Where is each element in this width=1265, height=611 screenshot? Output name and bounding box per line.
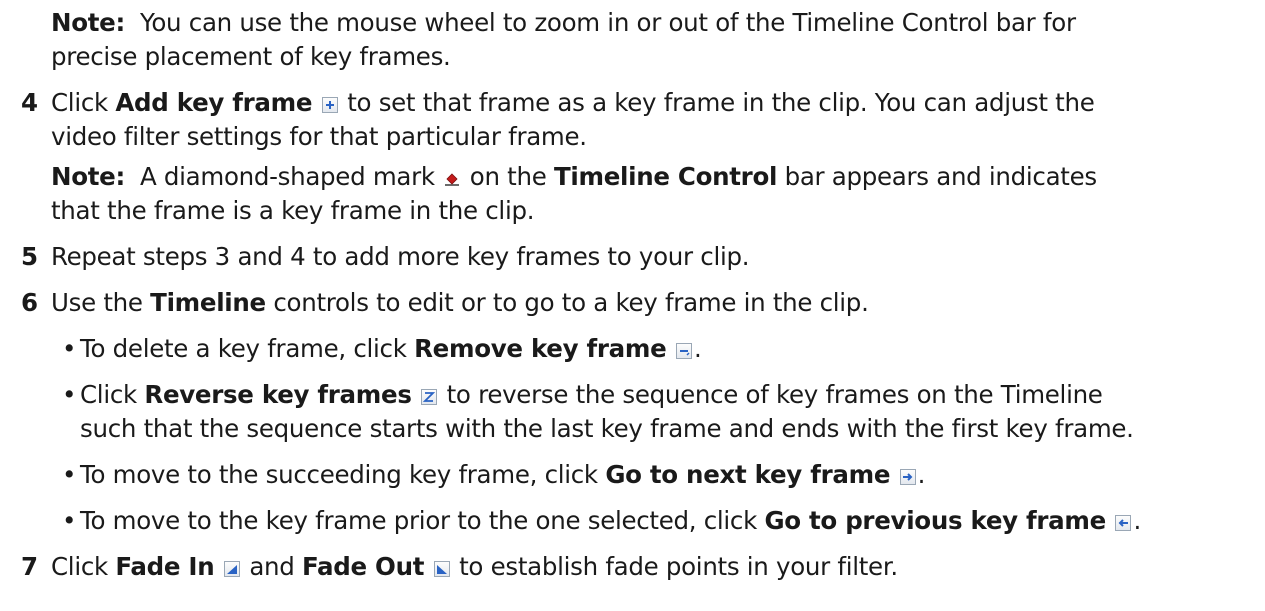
- bullet-text: .: [693, 334, 702, 363]
- note-label: Note:: [51, 162, 125, 191]
- bullet-text: .: [917, 460, 926, 489]
- previous-key-frame-icon: [1115, 515, 1132, 531]
- step-4-line: Click Add key frame to set that frame as…: [51, 86, 1095, 120]
- step-text: Click: [51, 88, 116, 117]
- note-text: bar appears and indicates: [777, 162, 1098, 191]
- list-item: • To delete a key frame, click Remove key…: [62, 332, 702, 366]
- go-to-previous-key-frame-label: Go to previous key frame: [764, 506, 1106, 535]
- list-item: • Click Reverse key frames to reverse the…: [62, 378, 1103, 412]
- bullet: •: [62, 334, 77, 363]
- note-text: A diamond-shaped mark: [139, 162, 435, 191]
- step-6-line: Use the Timeline controls to edit or to …: [51, 286, 869, 320]
- reverse-key-frames-label: Reverse key frames: [144, 380, 412, 409]
- fade-in-icon: [223, 561, 240, 577]
- step-4-note: Note: A diamond-shaped mark on the Timel…: [51, 160, 1097, 194]
- bullet: •: [62, 380, 77, 409]
- fade-in-label: Fade In: [115, 552, 215, 581]
- note-line: Note: You can use the mouse wheel to zoo…: [51, 6, 1076, 40]
- note-text: precise placement of key frames.: [51, 42, 451, 71]
- note-text: You can use the mouse wheel to zoom in o…: [139, 8, 1076, 37]
- step-text: Repeat steps 3 and 4 to add more key fra…: [51, 242, 750, 271]
- step-number: 5: [21, 242, 39, 271]
- step-number: 7: [21, 552, 39, 581]
- note-label: Note:: [51, 8, 125, 37]
- bullet-text: to reverse the sequence of key frames on…: [439, 380, 1103, 409]
- next-key-frame-icon: [899, 469, 916, 485]
- timeline-control-label: Timeline Control: [553, 162, 778, 191]
- step-7-line: Click Fade In and Fade Out to establish …: [51, 550, 898, 584]
- note-text: on the: [462, 162, 554, 191]
- diamond-mark-icon: [444, 171, 460, 187]
- list-item-continued: such that the sequence starts with the l…: [80, 412, 1134, 446]
- remove-key-frame-label: Remove key frame: [414, 334, 667, 363]
- step-5-line: Repeat steps 3 and 4 to add more key fra…: [51, 240, 750, 274]
- step-text: Click: [51, 552, 116, 581]
- add-key-frame-icon: [321, 97, 338, 113]
- go-to-next-key-frame-label: Go to next key frame: [605, 460, 891, 489]
- fade-out-label: Fade Out: [302, 552, 425, 581]
- step-text: to establish fade points in your filter.: [451, 552, 898, 581]
- bullet-text: To move to the key frame prior to the on…: [80, 506, 765, 535]
- add-key-frame-label: Add key frame: [115, 88, 313, 117]
- timeline-label: Timeline: [150, 288, 266, 317]
- step-text: Use the: [51, 288, 151, 317]
- step-4-note-continued: that the frame is a key frame in the cli…: [51, 194, 535, 228]
- step-4-line-continued: video filter settings for that particula…: [51, 120, 587, 154]
- step-text: to set that frame as a key frame in the …: [339, 88, 1095, 117]
- bullet-text: .: [1133, 506, 1141, 535]
- remove-key-frame-icon: [675, 343, 692, 359]
- step-number: 6: [21, 288, 39, 317]
- list-item: • To move to the key frame prior to the o…: [62, 504, 1141, 538]
- reverse-key-frames-icon: [421, 389, 438, 405]
- bullet: •: [62, 460, 77, 489]
- bullet-text: Click: [80, 380, 145, 409]
- step-text: controls to edit or to go to a key frame…: [265, 288, 869, 317]
- fade-out-icon: [433, 561, 450, 577]
- bullet-text: such that the sequence starts with the l…: [80, 414, 1134, 443]
- bullet-text: To delete a key frame, click: [80, 334, 415, 363]
- step-text: video filter settings for that particula…: [51, 122, 587, 151]
- bullet: •: [62, 506, 77, 535]
- step-text: and: [241, 552, 303, 581]
- bullet-text: To move to the succeeding key frame, cli…: [80, 460, 606, 489]
- note-line-continued: precise placement of key frames.: [51, 40, 451, 74]
- step-number: 4: [21, 88, 39, 117]
- list-item: • To move to the succeeding key frame, cl…: [62, 458, 925, 492]
- note-text: that the frame is a key frame in the cli…: [51, 196, 535, 225]
